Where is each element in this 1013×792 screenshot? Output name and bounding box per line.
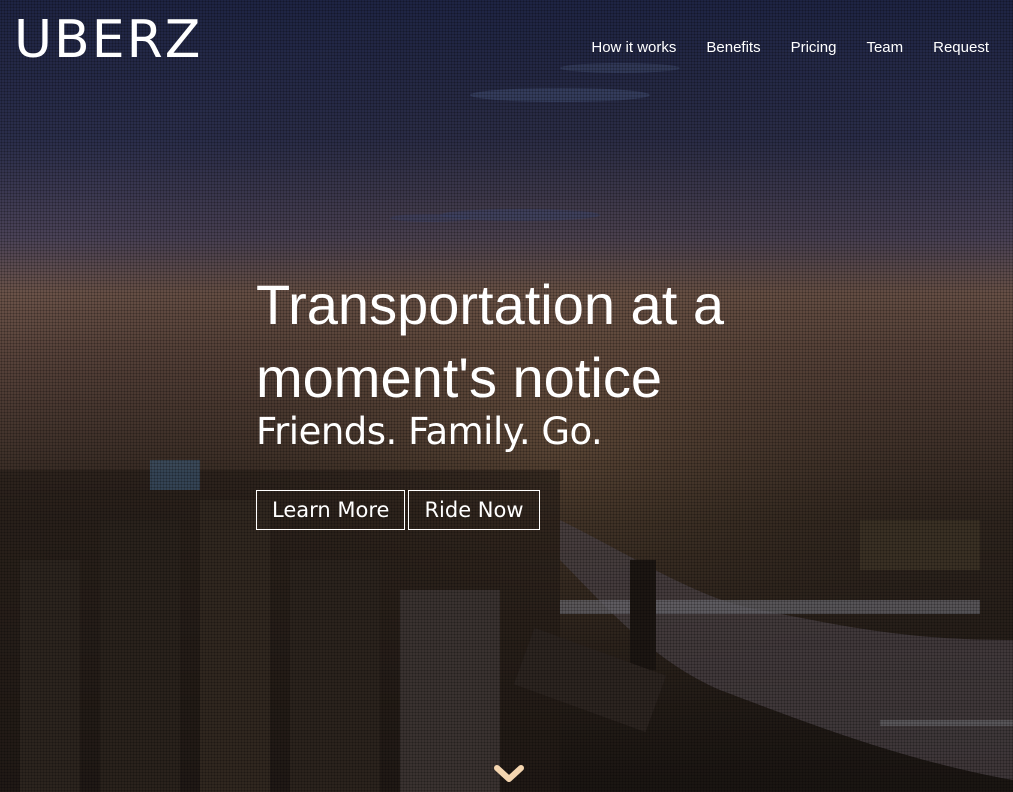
nav-link-pricing[interactable]: Pricing xyxy=(791,39,837,56)
nav-link-request[interactable]: Request xyxy=(933,39,989,56)
ride-now-button[interactable]: Ride Now xyxy=(408,490,540,530)
hero-headline-line-2: moment's notice xyxy=(256,346,662,409)
learn-more-button[interactable]: Learn More xyxy=(256,490,406,530)
chevron-down-icon[interactable] xyxy=(492,762,526,786)
hero-headline-line-1: Transportation at a xyxy=(256,273,724,336)
hero-tagline: Friends. Family. Go. xyxy=(256,410,603,453)
hero-actions: Learn More Ride Now xyxy=(256,490,856,530)
nav-link-team[interactable]: Team xyxy=(866,39,903,56)
hero-content: Transportation at a moment's notice Frie… xyxy=(256,268,856,530)
nav-links: How it works Benefits Pricing Team Reque… xyxy=(591,39,989,56)
hero-headline: Transportation at a moment's notice xyxy=(256,268,856,414)
hero-section: UBERZ How it works Benefits Pricing Team… xyxy=(0,0,1013,792)
nav-link-how-it-works[interactable]: How it works xyxy=(591,39,676,56)
nav-link-benefits[interactable]: Benefits xyxy=(706,39,760,56)
brand-logo[interactable]: UBERZ xyxy=(14,14,202,66)
top-navigation: UBERZ How it works Benefits Pricing Team… xyxy=(0,0,1013,96)
